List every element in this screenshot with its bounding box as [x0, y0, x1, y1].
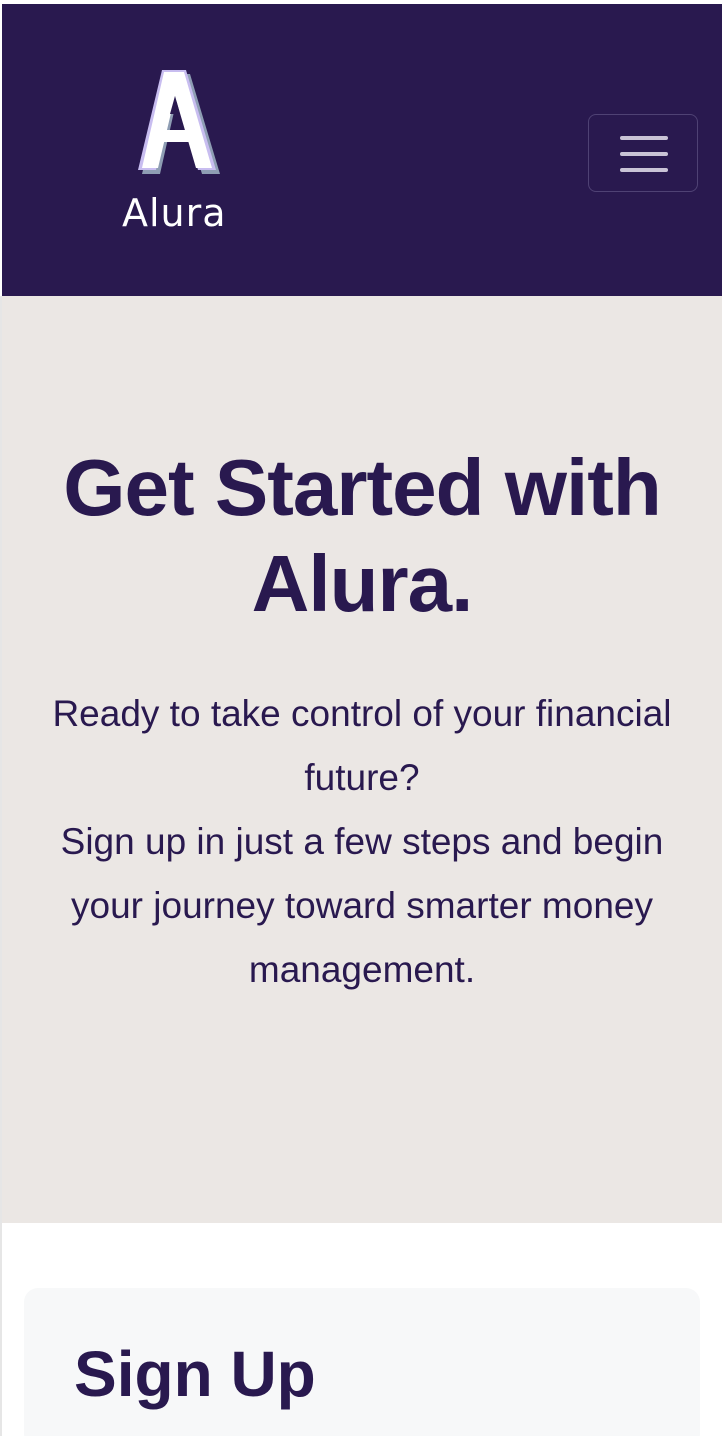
brand-logo-link[interactable]: Alura: [114, 66, 244, 241]
signup-card: Sign Up: [24, 1288, 700, 1436]
hero-section: Get Started with Alura. Ready to take co…: [2, 296, 722, 1223]
brand-name: Alura: [122, 191, 227, 235]
page-left-border: [0, 296, 2, 1436]
hero-title: Get Started with Alura.: [63, 443, 661, 628]
menu-toggle-button[interactable]: [588, 114, 698, 192]
alura-logo-icon: [138, 70, 220, 174]
hero-text-line-2: Sign up in just a few steps and begin yo…: [60, 821, 664, 990]
hamburger-menu-icon: [620, 136, 668, 140]
hamburger-menu-icon-bar: [620, 168, 668, 172]
hero-description: Ready to take control of your financial …: [20, 682, 704, 1002]
hero-text-line-1: Ready to take control of your financial …: [52, 693, 672, 798]
navbar: Alura: [2, 4, 722, 296]
signup-title: Sign Up: [74, 1338, 316, 1410]
hamburger-menu-icon-bar: [620, 152, 668, 156]
